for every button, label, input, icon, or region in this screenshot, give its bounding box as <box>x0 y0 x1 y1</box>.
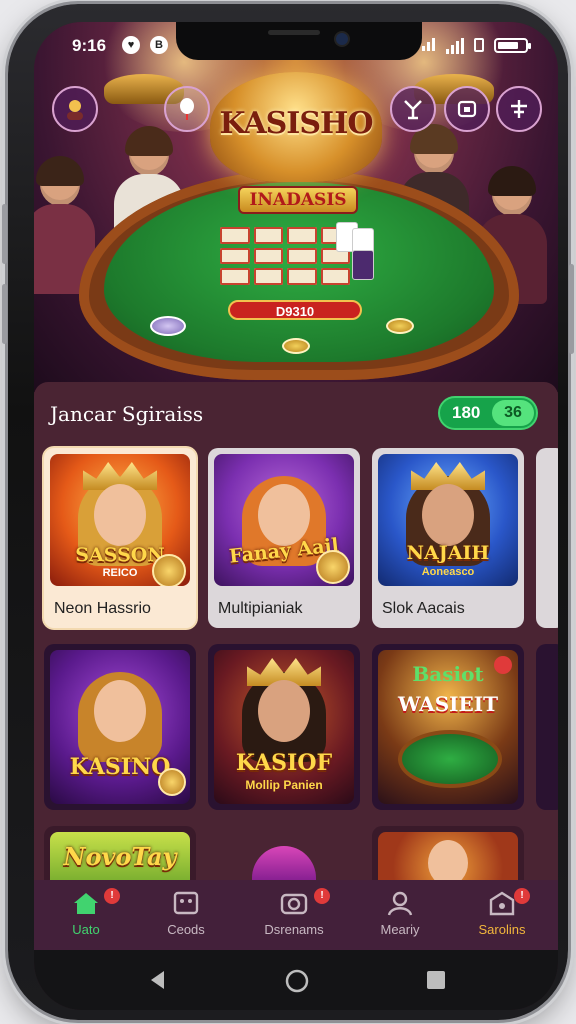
cards-icon <box>173 891 199 915</box>
game-art-title: WASIEIT <box>398 692 498 716</box>
nav-badge: ! <box>514 888 530 904</box>
avatar-icon[interactable] <box>52 86 98 132</box>
camera-notch <box>176 22 422 60</box>
battery-icon <box>494 38 531 53</box>
game-card[interactable]: NAJAIH Aoneasco Slok Aacais <box>372 448 524 628</box>
game-name: Slok Aacais <box>382 600 465 617</box>
nav-item-profile[interactable]: Meariy <box>348 886 452 946</box>
game-card[interactable]: Fanay Aail Multipianiak <box>208 448 360 628</box>
phone-frame: KASISHO INADASIS D9310 9:16 ♥ B Jancar S… <box>2 4 574 1020</box>
recents-icon[interactable] <box>424 968 448 992</box>
game-art: Basiot WASIEIT <box>378 650 518 804</box>
game-art-title: NovoTay <box>63 842 177 871</box>
game-art: KASIOF Mollip Panien <box>214 650 354 804</box>
nav-badge: ! <box>314 888 330 904</box>
status-bar: 9:16 ♥ B <box>34 22 558 72</box>
game-card-peek[interactable] <box>536 448 558 628</box>
nav-label: Ceods <box>167 922 205 937</box>
nav-item-home[interactable]: ! Uato <box>34 886 138 946</box>
betting-grid <box>220 227 350 285</box>
volume-button <box>2 204 7 264</box>
status-time: 9:16 <box>72 36 107 55</box>
back-icon[interactable] <box>146 968 170 992</box>
game-name: Multipianiak <box>218 600 303 617</box>
nav-label: Dsrenams <box>264 922 324 937</box>
guard-icon[interactable] <box>390 86 436 132</box>
nav-badge: ! <box>104 888 120 904</box>
table-banner: INADASIS <box>238 186 358 214</box>
game-card[interactable]: Basiot WASIEIT <box>372 644 524 810</box>
balance-toggle[interactable]: 180 36 <box>438 396 538 430</box>
game-art-subtitle: Mollip Panien <box>245 778 323 792</box>
game-card[interactable]: SASSON REICO Neon Hassrio <box>44 448 196 628</box>
home-icon <box>74 893 98 914</box>
lock-icon <box>474 38 484 52</box>
heart-notification-icon: ♥ <box>122 36 140 54</box>
game-art: KASINO <box>50 650 190 804</box>
nav-label: Uato <box>72 922 100 937</box>
section-title: Jancar Sgiraiss <box>50 402 204 426</box>
nav-item-camera[interactable]: ! Dsrenams <box>242 886 346 946</box>
chip <box>282 338 310 354</box>
signal-icon-2 <box>446 38 464 54</box>
screen: KASISHO INADASIS D9310 9:16 ♥ B Jancar S… <box>34 22 558 1010</box>
camera-icon <box>280 893 308 915</box>
game-art-subtitle: Aoneasco <box>421 566 475 578</box>
system-nav-bar <box>34 950 558 1010</box>
chat-icon[interactable] <box>444 86 490 132</box>
nav-item-cards[interactable]: Ceods <box>134 886 238 946</box>
home-circle-icon[interactable] <box>284 968 310 994</box>
volume-button-2 <box>2 284 7 344</box>
signal-icon <box>422 38 435 51</box>
settings-icon[interactable] <box>496 86 542 132</box>
toggle-left-value: 180 <box>452 403 481 422</box>
game-art-title: KASIOF <box>235 750 333 776</box>
game-art: NAJAIH Aoneasco <box>378 454 518 586</box>
game-card[interactable]: KASIOF Mollip Panien <box>208 644 360 810</box>
profile-icon <box>387 891 413 916</box>
toggle-right-value: 36 <box>492 400 534 426</box>
games-panel: Jancar Sgiraiss 180 36 SASSON REICO Neon… <box>34 382 558 902</box>
bottom-nav: ! Uato Ceods ! Dsrenams Meariy ! Sarolin… <box>34 880 558 950</box>
game-name: Neon Hassrio <box>54 600 151 617</box>
game-art: SASSON REICO <box>50 454 190 586</box>
game-card[interactable]: KASINO <box>44 644 196 810</box>
nav-item-shop[interactable]: ! Sarolins <box>450 886 554 946</box>
nav-label: Meariy <box>380 922 420 937</box>
power-button <box>569 264 574 354</box>
chip <box>150 316 186 336</box>
balloon-icon[interactable] <box>164 86 210 132</box>
game-art: Fanay Aail <box>214 454 354 586</box>
nav-label: Sarolins <box>478 922 526 937</box>
chip <box>386 318 414 334</box>
casino-logo-text: KASISHO <box>219 106 374 141</box>
shop-icon <box>489 891 515 916</box>
table-bet-display: D9310 <box>228 300 362 320</box>
game-art-title: NAJAIH <box>406 542 490 564</box>
game-card-peek[interactable] <box>536 644 558 810</box>
playing-card <box>352 250 374 280</box>
app-notification-icon: B <box>150 36 168 54</box>
hero-banner[interactable]: KASISHO INADASIS D9310 <box>34 22 558 392</box>
